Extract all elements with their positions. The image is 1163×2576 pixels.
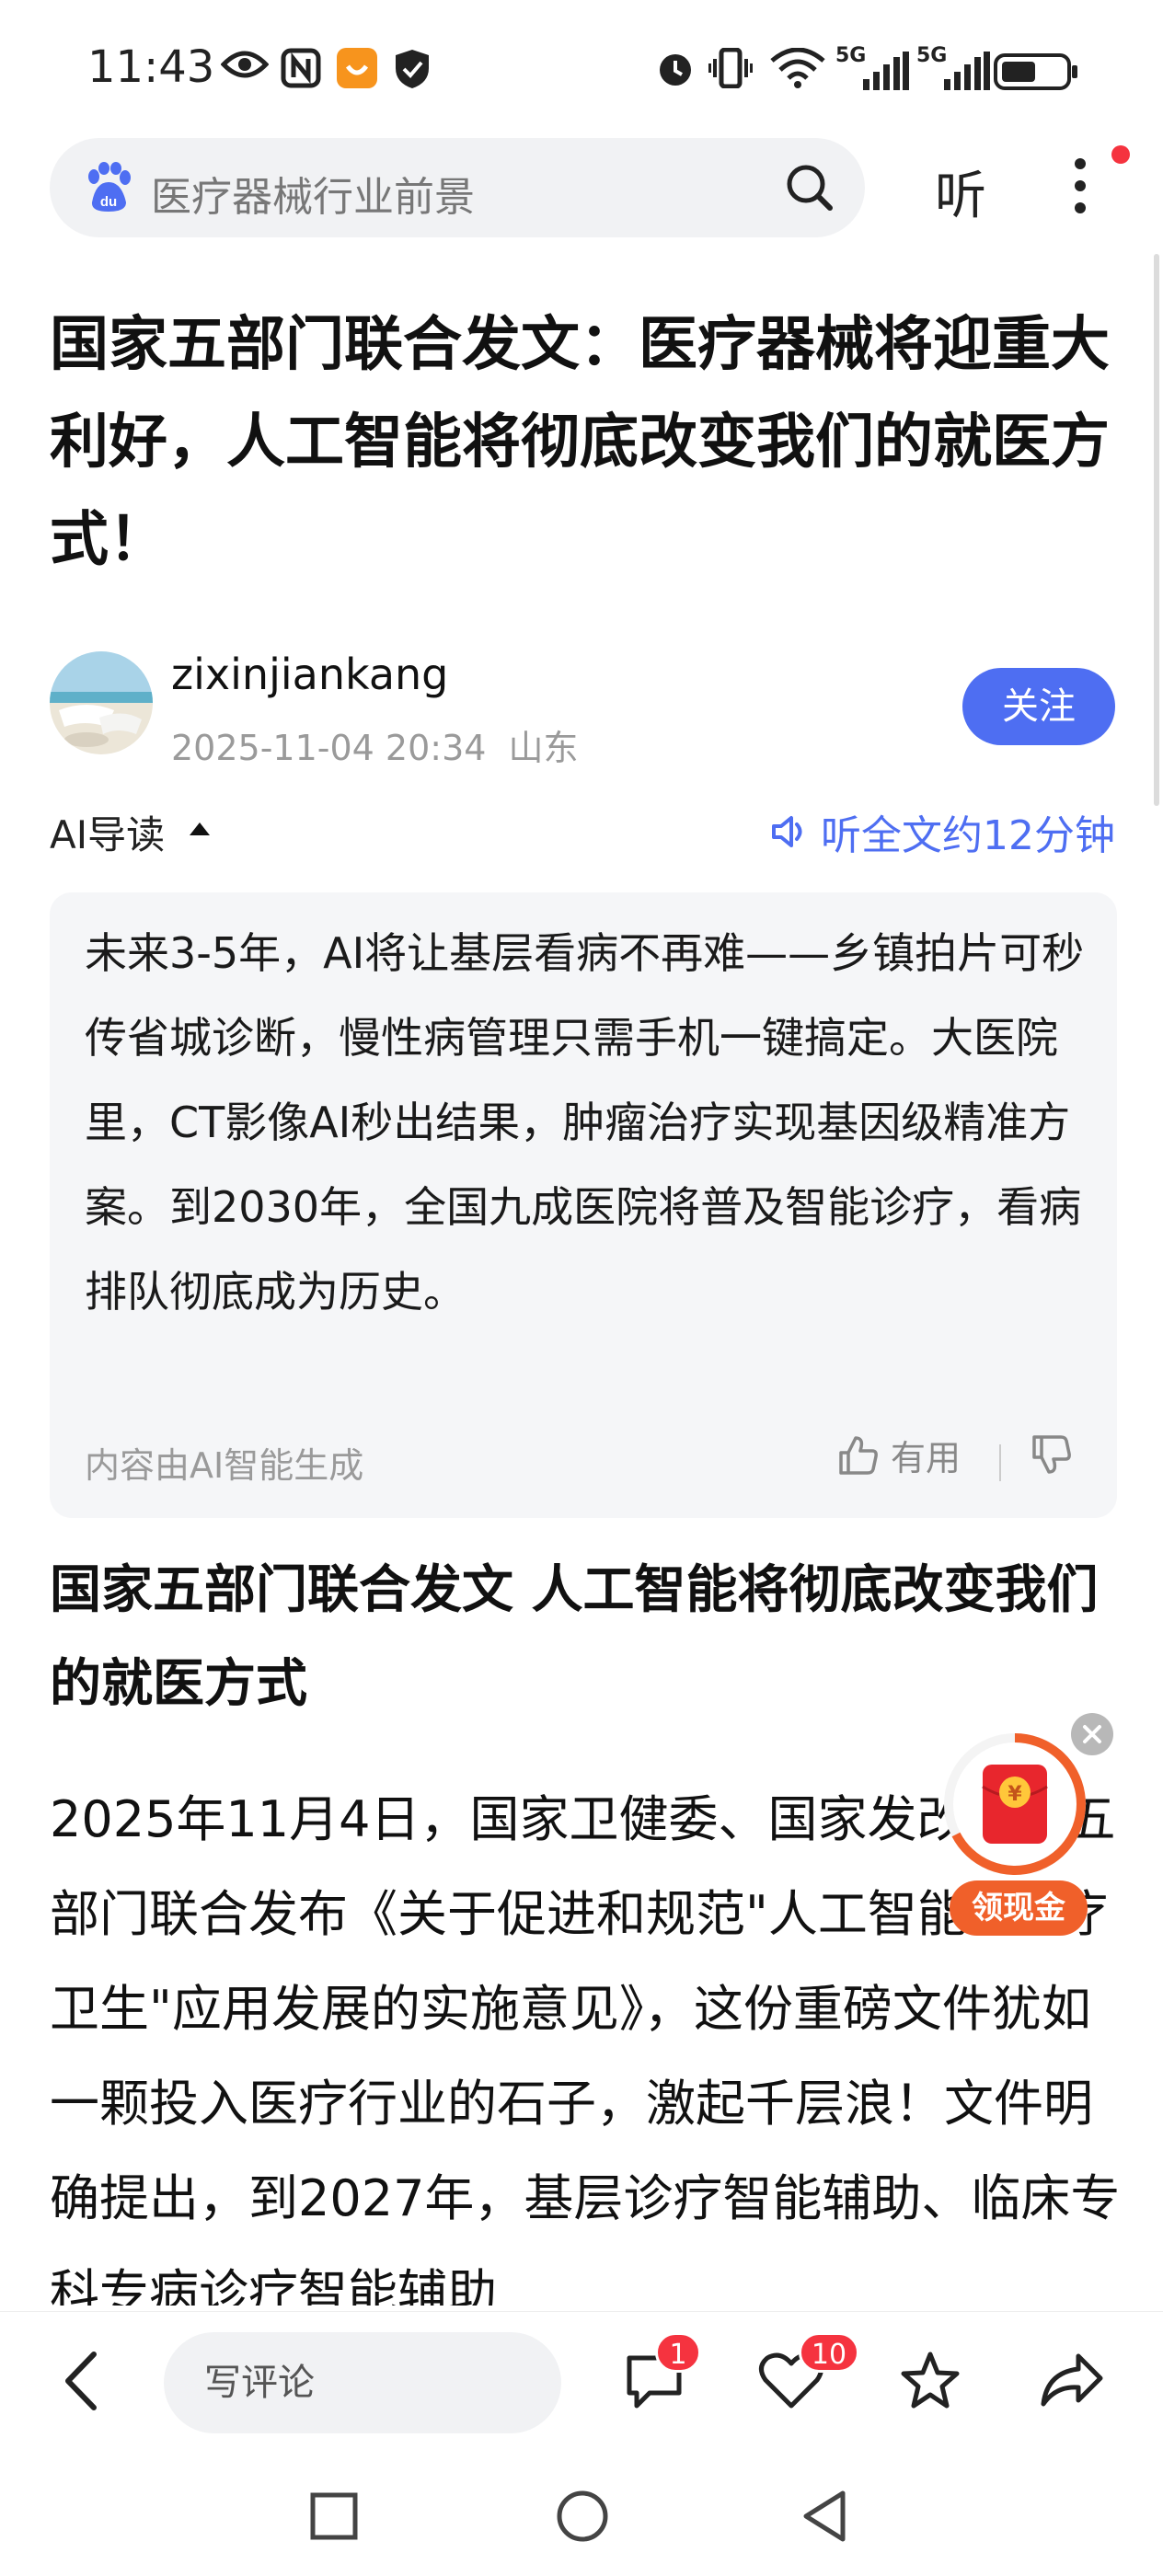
thumbs-up-icon: [839, 1435, 878, 1475]
scrollbar[interactable]: [1154, 254, 1159, 806]
follow-button[interactable]: 关注: [962, 668, 1115, 745]
share-icon[interactable]: [1038, 2349, 1106, 2413]
ai-summary-card: 未来3-5年，AI将让基层看病不再难——乡镇拍片可秒传省城诊断，慢性病管理只需手…: [50, 892, 1117, 1518]
publish-location: 山东: [508, 728, 579, 768]
more-vertical-icon[interactable]: [1071, 156, 1089, 215]
back-triangle-icon[interactable]: [800, 2490, 850, 2543]
listen-full-article-button[interactable]: 听全文约12分钟: [769, 802, 1115, 861]
notification-dot: [1111, 145, 1130, 164]
alarm-icon: [660, 54, 691, 86]
listen-button[interactable]: 听: [935, 155, 986, 229]
battery-icon: [994, 53, 1077, 90]
search-bar[interactable]: du 医疗器械行业前景: [50, 138, 865, 237]
section-heading: 国家五部门联合发文 人工智能将彻底改变我们的就医方式: [50, 1560, 1099, 1714]
search-query[interactable]: 医疗器械行业前景: [151, 164, 475, 223]
system-navigation-bar: [0, 2449, 1163, 2576]
like-count-badge: 10: [799, 2332, 859, 2373]
nfc-icon: [281, 48, 321, 88]
publish-date: 2025-11-04 20:34: [171, 728, 487, 768]
divider: [999, 1444, 1001, 1481]
network-type-label: 5G: [835, 44, 867, 67]
thumbs-down-icon[interactable]: [1031, 1433, 1073, 1476]
avatar[interactable]: [50, 651, 153, 754]
baidu-paw-icon: du: [88, 162, 131, 212]
shield-check-icon: [396, 50, 429, 88]
bottom-action-bar: 写评论 1 10: [0, 2311, 1163, 2449]
comment-count-badge: 1: [655, 2332, 701, 2373]
article-title: 国家五部门联合发文：医疗器械将迎重大利好，人工智能将彻底改变我们的就医方式！: [50, 311, 1110, 574]
status-bar: 11:43 5G 5G: [0, 0, 1163, 138]
useful-button[interactable]: 有用: [837, 1430, 961, 1480]
cash-reward-label[interactable]: 领现金: [950, 1880, 1088, 1936]
listen-full-label: 听全文约12分钟: [821, 812, 1115, 859]
caret-up-icon[interactable]: [188, 821, 212, 837]
coin-icon: ¥: [1008, 1783, 1022, 1806]
app-notification-icon: [337, 48, 377, 88]
recents-square-icon[interactable]: [309, 2491, 359, 2541]
cash-reward-widget[interactable]: ¥: [942, 1731, 1088, 1877]
ai-source-note: 内容由AI智能生成: [85, 1445, 364, 1486]
home-circle-icon[interactable]: [556, 2490, 609, 2543]
star-icon[interactable]: [898, 2349, 962, 2413]
cellular-signal-icon: 5G: [916, 44, 990, 90]
vibrate-icon: [708, 48, 753, 88]
network-type-label: 5G: [916, 44, 948, 67]
ai-guide-label[interactable]: AI导读: [50, 804, 165, 860]
svg-text:du: du: [100, 194, 117, 210]
back-arrow-icon[interactable]: [59, 2349, 105, 2413]
speaker-icon: [772, 816, 802, 847]
wifi-icon: [770, 48, 825, 88]
cellular-signal-icon: 5G: [835, 44, 909, 90]
useful-label: 有用: [891, 1438, 961, 1478]
comment-input[interactable]: 写评论: [164, 2332, 561, 2433]
author-name[interactable]: zixinjiankang: [171, 650, 448, 699]
status-time: 11:43: [87, 41, 215, 93]
search-icon[interactable]: [784, 162, 835, 213]
ai-summary-text: 未来3-5年，AI将让基层看病不再难——乡镇拍片可秒传省城诊断，慢性病管理只需手…: [85, 928, 1085, 1317]
author-meta: 2025-11-04 20:34 山东: [171, 719, 600, 770]
eye-icon: [221, 51, 269, 78]
